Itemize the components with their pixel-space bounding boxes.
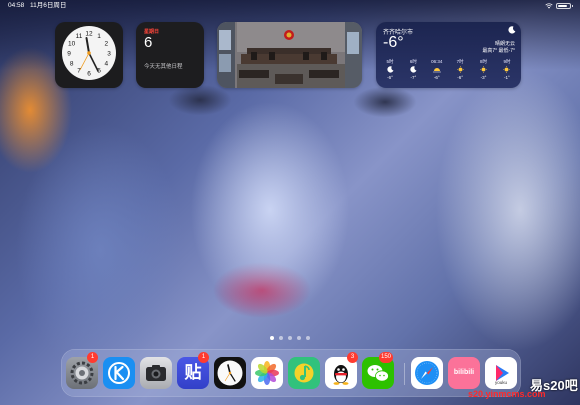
battery-fill bbox=[558, 5, 568, 7]
camera-icon bbox=[146, 365, 166, 381]
calendar-no-events: 今天无其他日程 bbox=[144, 64, 183, 70]
photos-icon bbox=[255, 361, 279, 385]
page-dot[interactable] bbox=[279, 336, 283, 340]
settings-badge: 1 bbox=[87, 352, 98, 363]
clock-numeral: 3 bbox=[107, 50, 111, 57]
clock-numeral: 8 bbox=[70, 60, 74, 67]
forecast-time: 8时 bbox=[480, 59, 488, 64]
weather-condition: 晴朗无云 bbox=[494, 41, 515, 47]
clock-numeral: 1 bbox=[97, 33, 101, 40]
forecast-hour: 7时 -6° bbox=[450, 59, 470, 82]
watermark-url: s20.yinmcms.com bbox=[468, 389, 546, 399]
page-dot[interactable] bbox=[270, 336, 274, 340]
app-qqmusic[interactable] bbox=[288, 357, 320, 389]
weather-widget[interactable]: 齐齐哈尔市 -6° 晴朗无云 最高7° 最低-7° 5时 -6° 6时 -7° … bbox=[376, 22, 521, 88]
clock-minute-hand bbox=[88, 52, 99, 72]
weather-temperature: -6° bbox=[383, 34, 404, 51]
sun-icon bbox=[474, 66, 494, 75]
status-bar: 04:58 11月6日周日 bbox=[0, 0, 580, 12]
dock-divider bbox=[404, 363, 405, 385]
calendar-day: 6 bbox=[144, 34, 153, 51]
wechat-badge: 150 bbox=[379, 352, 394, 363]
page-indicator[interactable] bbox=[270, 336, 312, 342]
wifi-icon bbox=[545, 3, 553, 9]
clock-hour-hand bbox=[85, 37, 90, 54]
forecast-hour: 9时 -1° bbox=[497, 59, 517, 82]
page-dot[interactable] bbox=[306, 336, 310, 340]
clock-numeral: 2 bbox=[105, 40, 109, 47]
clock-center bbox=[87, 51, 91, 55]
forecast-time: 06:34 bbox=[431, 59, 443, 64]
safari-icon bbox=[415, 361, 439, 385]
app-clock[interactable] bbox=[214, 357, 246, 389]
app-camera[interactable] bbox=[140, 357, 172, 389]
qq-badge: 3 bbox=[347, 352, 358, 363]
clock-dial: 1110987 6 5432112 bbox=[67, 30, 111, 77]
page-dot[interactable] bbox=[288, 336, 292, 340]
forecast-temp: -1° bbox=[504, 75, 510, 80]
forecast-temp: -3° bbox=[480, 75, 487, 80]
sun-icon bbox=[497, 66, 517, 75]
watermark: 易s20吧 s20.yinmcms.com bbox=[468, 373, 578, 403]
status-time: 04:58 bbox=[8, 2, 25, 9]
forecast-hour: 06:34 -6° bbox=[427, 59, 447, 82]
status-date: 11月6日周日 bbox=[30, 2, 67, 9]
clock-numeral: 9 bbox=[67, 50, 71, 57]
forecast-temp: -6° bbox=[387, 75, 393, 80]
clock-face: 11 10 9 8 7 6 5 4 3 2 1 12 bbox=[62, 26, 116, 80]
moon-icon bbox=[403, 66, 423, 75]
forecast-temp: -7° bbox=[410, 75, 417, 80]
weather-hourly-forecast: 5时 -6° 6时 -7° 06:34 -6° 7时 -6° 8时 -3° 9时… bbox=[380, 59, 517, 82]
clock-numeral: 4 bbox=[105, 60, 109, 67]
clock-widget[interactable]: 11 10 9 8 7 6 5 4 3 2 1 12 bbox=[55, 22, 123, 88]
moon-icon bbox=[508, 26, 516, 34]
forecast-time: 7时 bbox=[456, 59, 464, 64]
dock: 1 贴 1 3 150 bilibili youku bbox=[61, 349, 521, 397]
clock-numeral: 12 bbox=[85, 30, 93, 37]
battery-icon bbox=[556, 3, 573, 9]
photo-widget[interactable] bbox=[217, 22, 362, 88]
app-safari[interactable] bbox=[411, 357, 443, 389]
forecast-hour: 8时 -3° bbox=[474, 59, 494, 82]
forecast-hour: 6时 -7° bbox=[403, 59, 423, 82]
app-photos[interactable] bbox=[251, 357, 283, 389]
tieba-badge: 1 bbox=[198, 352, 209, 363]
forecast-temp: -6° bbox=[433, 75, 440, 80]
clock-numeral: 10 bbox=[68, 40, 76, 47]
forecast-hour: 5时 -6° bbox=[380, 59, 400, 82]
clock-numeral: 6 bbox=[87, 70, 91, 77]
forecast-time: 5时 bbox=[386, 59, 394, 64]
page-dot[interactable] bbox=[297, 336, 301, 340]
clock-icon bbox=[217, 360, 243, 386]
sunrise-icon bbox=[427, 66, 447, 75]
forecast-time: 9时 bbox=[503, 59, 511, 64]
app-kugou[interactable] bbox=[103, 357, 135, 389]
weather-high-low: 最高7° 最低-7° bbox=[482, 48, 515, 54]
qqmusic-icon bbox=[294, 363, 314, 383]
forecast-time: 6时 bbox=[409, 59, 417, 64]
calendar-widget[interactable]: 星期日 6 今天无其他日程 bbox=[136, 22, 204, 88]
clock-numeral: 11 bbox=[76, 33, 83, 40]
sun-icon bbox=[450, 66, 470, 75]
forecast-temp: -6° bbox=[457, 75, 464, 80]
moon-icon bbox=[380, 66, 400, 75]
clock-second-hand bbox=[79, 52, 90, 71]
courtroom-photo bbox=[217, 22, 362, 88]
kugou-icon bbox=[108, 362, 130, 384]
